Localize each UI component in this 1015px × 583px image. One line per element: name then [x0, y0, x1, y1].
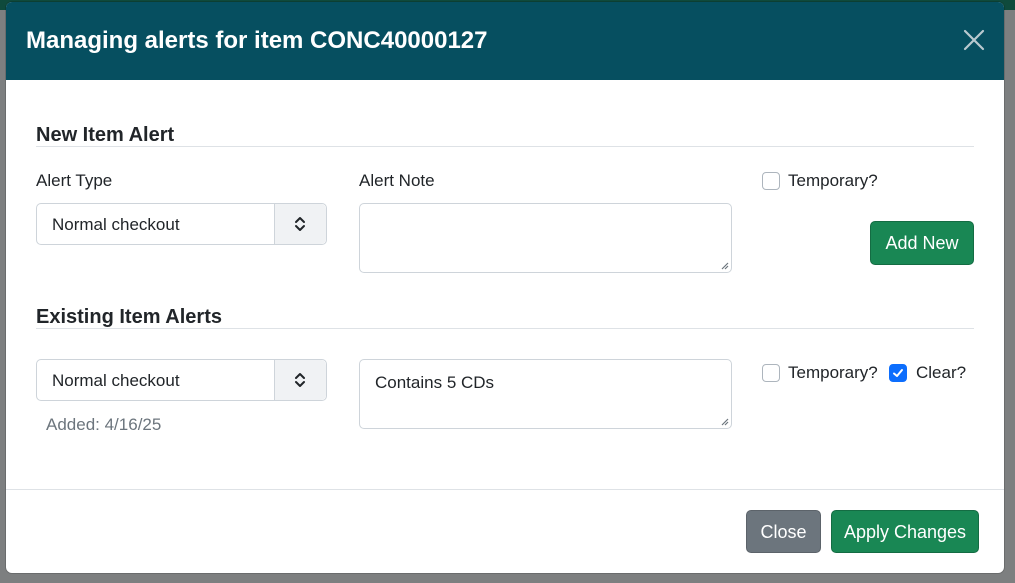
existing-alert-type-select[interactable]: Normal checkout [36, 359, 327, 401]
resize-grip-icon[interactable] [719, 416, 729, 426]
select-arrows-icon [274, 204, 326, 244]
dialog-header: Managing alerts for item CONC40000127 [6, 2, 1004, 80]
temporary-label: Temporary? [788, 363, 878, 382]
add-new-button[interactable]: Add New [870, 221, 974, 265]
clear-label: Clear? [916, 363, 967, 382]
divider [36, 328, 974, 329]
new-alert-note-textarea[interactable] [359, 203, 732, 273]
apply-changes-button[interactable]: Apply Changes [831, 510, 979, 553]
alert-note-value: Contains 5 CDs [375, 373, 495, 392]
dialog-title: Managing alerts for item CONC40000127 [26, 27, 488, 54]
footer-divider [6, 489, 1004, 490]
divider [36, 146, 974, 147]
temporary-label: Temporary? [788, 171, 878, 190]
close-icon[interactable] [962, 28, 986, 52]
existing-alert-note-textarea[interactable]: Contains 5 CDs [359, 359, 732, 429]
existing-alerts-section-title: Existing Item Alerts [36, 306, 222, 328]
close-button[interactable]: Close [746, 510, 821, 553]
new-alert-section-title: New Item Alert [36, 124, 175, 146]
alert-note-label: Alert Note [359, 171, 435, 190]
new-alert-temporary-checkbox[interactable] [762, 172, 780, 190]
alert-type-value: Normal checkout [52, 371, 180, 390]
checkmark-icon [893, 369, 903, 377]
select-arrows-icon [274, 360, 326, 400]
resize-grip-icon[interactable] [719, 260, 729, 270]
new-alert-type-select[interactable]: Normal checkout [36, 203, 327, 245]
alert-type-label: Alert Type [36, 171, 113, 190]
existing-alert-clear-checkbox[interactable] [889, 364, 907, 382]
alert-added-date: Added: 4/16/25 [46, 415, 162, 434]
manage-alerts-dialog: Managing alerts for item CONC40000127 Ne… [6, 2, 1004, 573]
alert-type-value: Normal checkout [52, 215, 180, 234]
existing-alert-temporary-checkbox[interactable] [762, 364, 780, 382]
